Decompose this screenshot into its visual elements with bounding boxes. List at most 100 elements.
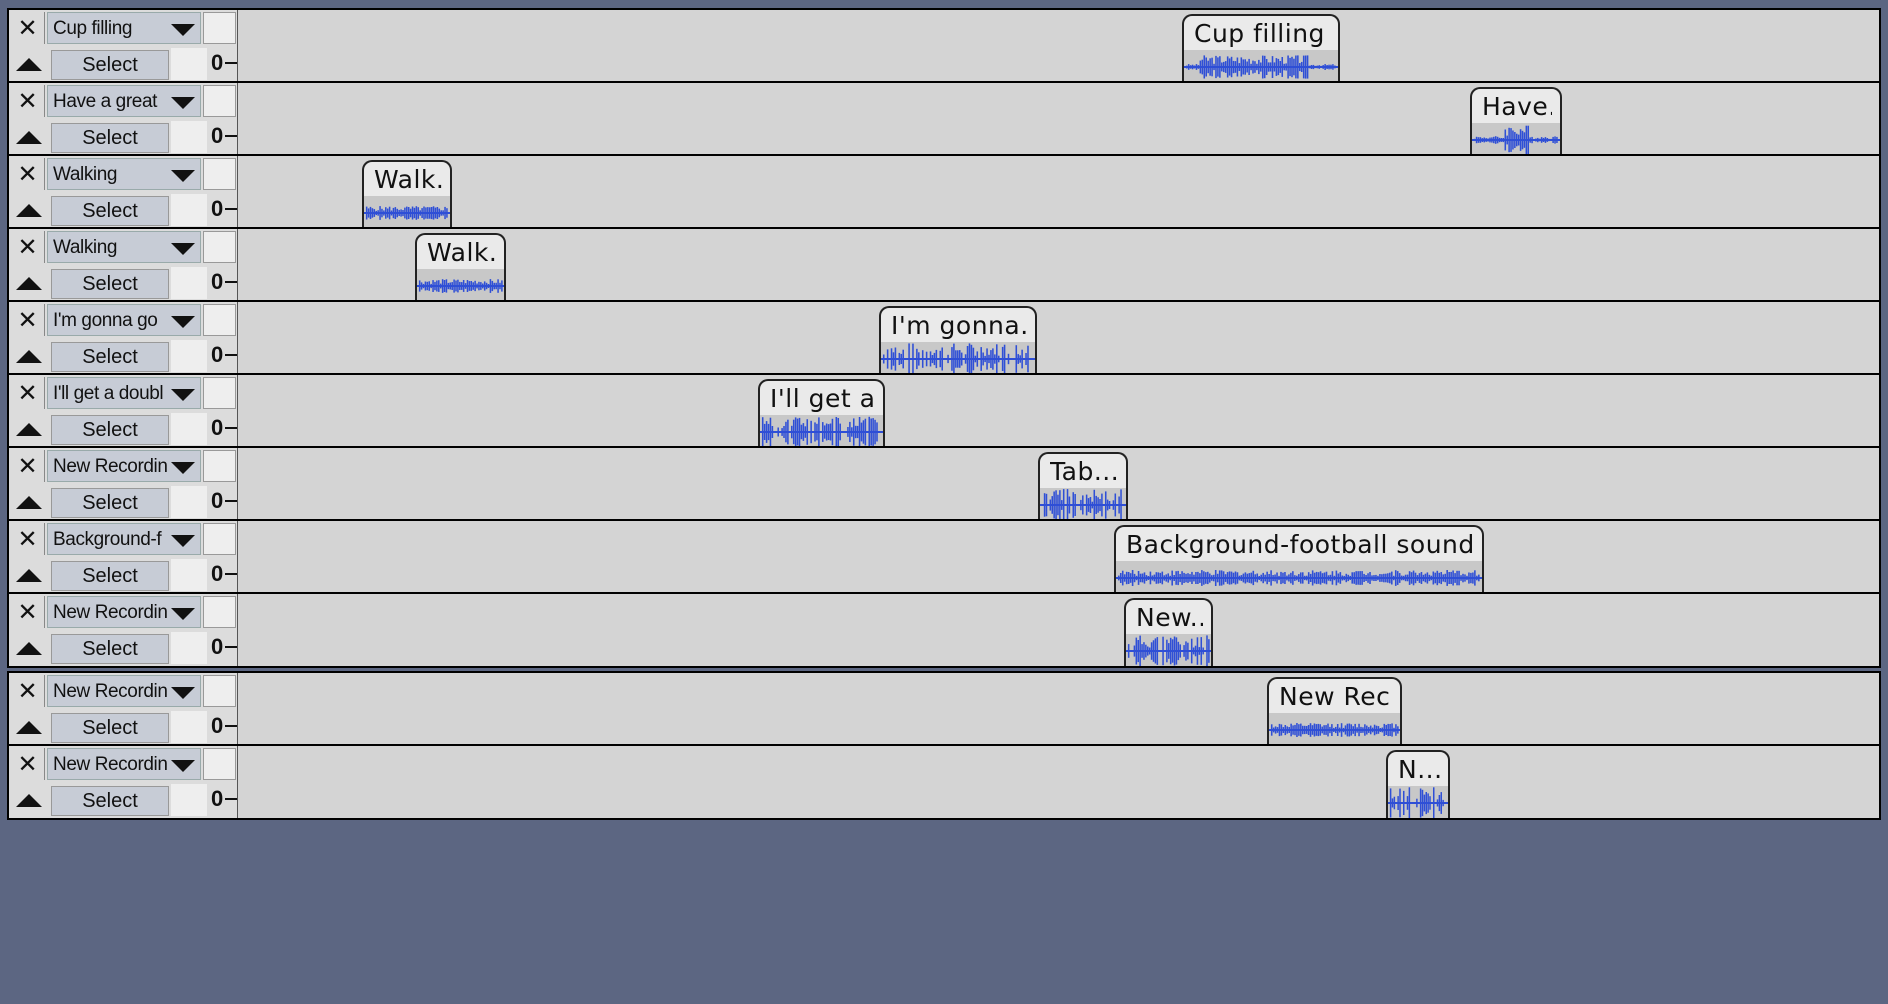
clip-waveform	[760, 415, 883, 447]
track-status-box	[203, 304, 236, 336]
timeline-lane[interactable]: Background-football sounds	[237, 521, 1879, 593]
timeline-lane[interactable]: Cup filling	[237, 10, 1879, 82]
track-name-menu[interactable]: New Recordin	[47, 748, 201, 780]
collapse-track-button[interactable]	[11, 48, 45, 80]
close-track-button[interactable]: ✕	[11, 748, 45, 780]
track-name-label: I'll get a doubl	[53, 383, 164, 404]
close-track-button[interactable]: ✕	[11, 675, 45, 707]
clip-title: I'll get a...	[770, 384, 875, 413]
close-track-button[interactable]: ✕	[11, 231, 45, 263]
close-track-button[interactable]: ✕	[11, 450, 45, 482]
audio-clip[interactable]: Have...	[1470, 87, 1562, 155]
track-name-label: Walking	[53, 164, 118, 185]
track-name-label: New Recordin	[53, 602, 168, 623]
track-status-box	[203, 85, 236, 117]
audio-clip[interactable]: I'll get a...	[758, 379, 885, 447]
track: ✕ Walking Select 0 Walk...	[7, 227, 1881, 303]
track-status-box	[171, 486, 207, 518]
track-name-menu[interactable]: Walking	[47, 158, 201, 190]
select-button[interactable]: Select	[51, 196, 169, 226]
collapse-track-button[interactable]	[11, 340, 45, 372]
track-control-panel: ✕ New Recordin Select	[9, 448, 237, 520]
audio-clip[interactable]: I'm gonna...	[879, 306, 1037, 374]
ruler-zero-label: 0	[211, 50, 224, 75]
clip-waveform	[417, 269, 504, 301]
track-name-menu[interactable]: I'm gonna go	[47, 304, 201, 336]
track: ✕ New Recordin Select 0 Tab...	[7, 446, 1881, 522]
track-name-menu[interactable]: I'll get a doubl	[47, 377, 201, 409]
track-name-menu[interactable]: Walking	[47, 231, 201, 263]
timeline-lane[interactable]: New...	[237, 594, 1879, 666]
clip-title: New Rec...	[1279, 682, 1392, 711]
collapse-track-button[interactable]	[11, 784, 45, 816]
track-name-menu[interactable]: Have a great	[47, 85, 201, 117]
triangle-up-icon	[16, 569, 42, 582]
collapse-track-button[interactable]	[11, 632, 45, 664]
select-button[interactable]: Select	[51, 488, 169, 518]
close-track-button[interactable]: ✕	[11, 596, 45, 628]
audio-clip[interactable]: New Rec...	[1267, 677, 1402, 745]
track-control-panel: ✕ New Recordin Select	[9, 673, 237, 745]
timeline-lane[interactable]: Have...	[237, 83, 1879, 155]
collapse-track-button[interactable]	[11, 711, 45, 743]
ruler-tick	[225, 646, 237, 648]
close-track-button[interactable]: ✕	[11, 523, 45, 555]
timeline-lane[interactable]: Tab...	[237, 448, 1879, 520]
audio-clip[interactable]: New...	[1124, 598, 1213, 666]
clip-waveform	[1116, 561, 1482, 593]
timeline-lane[interactable]: Walk...	[237, 156, 1879, 228]
track-status-box	[171, 413, 207, 445]
select-button[interactable]: Select	[51, 634, 169, 664]
audio-clip[interactable]: Walk...	[415, 233, 506, 301]
audio-clip[interactable]: N...	[1386, 750, 1450, 818]
ruler-tick	[225, 62, 237, 64]
clip-title: Cup filling	[1194, 19, 1325, 48]
clip-waveform	[1184, 50, 1338, 82]
audio-clip[interactable]: Background-football sounds	[1114, 525, 1484, 593]
collapse-track-button[interactable]	[11, 413, 45, 445]
track-control-panel: ✕ Cup filling Select	[9, 10, 237, 82]
ruler-tick	[225, 208, 237, 210]
track-status-box	[203, 377, 236, 409]
timeline-lane[interactable]: I'm gonna...	[237, 302, 1879, 374]
select-button[interactable]: Select	[51, 269, 169, 299]
select-button[interactable]: Select	[51, 50, 169, 80]
track-name-menu[interactable]: Cup filling	[47, 12, 201, 44]
track-list: ✕ Cup filling Select 0 Cup filling ✕ Hav…	[0, 0, 1888, 1004]
audio-clip[interactable]: Cup filling	[1182, 14, 1340, 82]
audio-clip[interactable]: Tab...	[1038, 452, 1128, 520]
ruler-tick	[225, 500, 237, 502]
track-status-box	[203, 523, 236, 555]
triangle-up-icon	[16, 721, 42, 734]
timeline-lane[interactable]: Walk...	[237, 229, 1879, 301]
close-track-button[interactable]: ✕	[11, 85, 45, 117]
close-track-button[interactable]: ✕	[11, 304, 45, 336]
select-button[interactable]: Select	[51, 415, 169, 445]
track-name-menu[interactable]: New Recordin	[47, 675, 201, 707]
select-button[interactable]: Select	[51, 342, 169, 372]
collapse-track-button[interactable]	[11, 267, 45, 299]
close-track-button[interactable]: ✕	[11, 377, 45, 409]
collapse-track-button[interactable]	[11, 559, 45, 591]
track-name-menu[interactable]: Background-f	[47, 523, 201, 555]
track: ✕ I'll get a doubl Select 0 I'll get a..…	[7, 373, 1881, 449]
track-name-menu[interactable]: New Recordin	[47, 596, 201, 628]
select-button[interactable]: Select	[51, 561, 169, 591]
collapse-track-button[interactable]	[11, 121, 45, 153]
timeline-lane[interactable]: New Rec...	[237, 673, 1879, 745]
audio-clip[interactable]: Walk...	[362, 160, 452, 228]
track-name-menu[interactable]: New Recordin	[47, 450, 201, 482]
collapse-track-button[interactable]	[11, 194, 45, 226]
close-track-button[interactable]: ✕	[11, 12, 45, 44]
close-track-button[interactable]: ✕	[11, 158, 45, 190]
select-button[interactable]: Select	[51, 786, 169, 816]
select-button[interactable]: Select	[51, 123, 169, 153]
collapse-track-button[interactable]	[11, 486, 45, 518]
timeline-lane[interactable]: I'll get a...	[237, 375, 1879, 447]
ruler-zero-label: 0	[211, 488, 224, 513]
ruler-tick	[225, 573, 237, 575]
select-button[interactable]: Select	[51, 713, 169, 743]
ruler-tick	[225, 725, 237, 727]
track-name-label: New Recordin	[53, 681, 168, 702]
timeline-lane[interactable]: N...	[237, 746, 1879, 818]
